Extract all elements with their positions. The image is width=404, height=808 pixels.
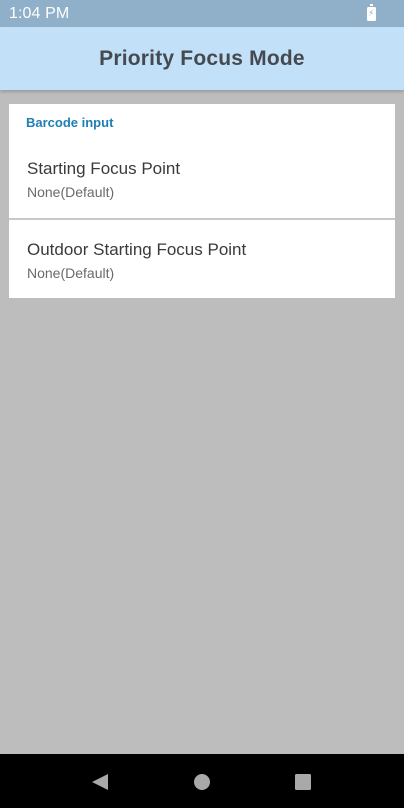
status-bar: 1:04 PM ⚡: [0, 0, 404, 27]
home-circle-icon[interactable]: [191, 771, 213, 793]
recents-square-icon[interactable]: [292, 771, 314, 793]
battery-charging-icon: ⚡: [367, 3, 376, 21]
pref-starting-focus-point[interactable]: Starting Focus Point None(Default): [9, 138, 395, 218]
navigation-bar: [0, 754, 404, 808]
pref-title: Outdoor Starting Focus Point: [27, 240, 247, 259]
pref-summary: None(Default): [27, 265, 115, 281]
pref-summary: None(Default): [27, 184, 115, 200]
section-header-barcode-input: Barcode input: [26, 115, 114, 130]
pref-outdoor-starting-focus-point[interactable]: Outdoor Starting Focus Point None(Defaul…: [9, 219, 395, 299]
page-title: Priority Focus Mode: [99, 46, 305, 70]
back-triangle-icon[interactable]: [89, 771, 111, 793]
charging-bolt-icon: ⚡: [368, 7, 375, 18]
app-bar: Priority Focus Mode: [0, 27, 404, 90]
settings-card: Barcode input Starting Focus Point None(…: [9, 104, 395, 298]
pref-title: Starting Focus Point: [27, 159, 181, 178]
status-time: 1:04 PM: [9, 4, 70, 22]
